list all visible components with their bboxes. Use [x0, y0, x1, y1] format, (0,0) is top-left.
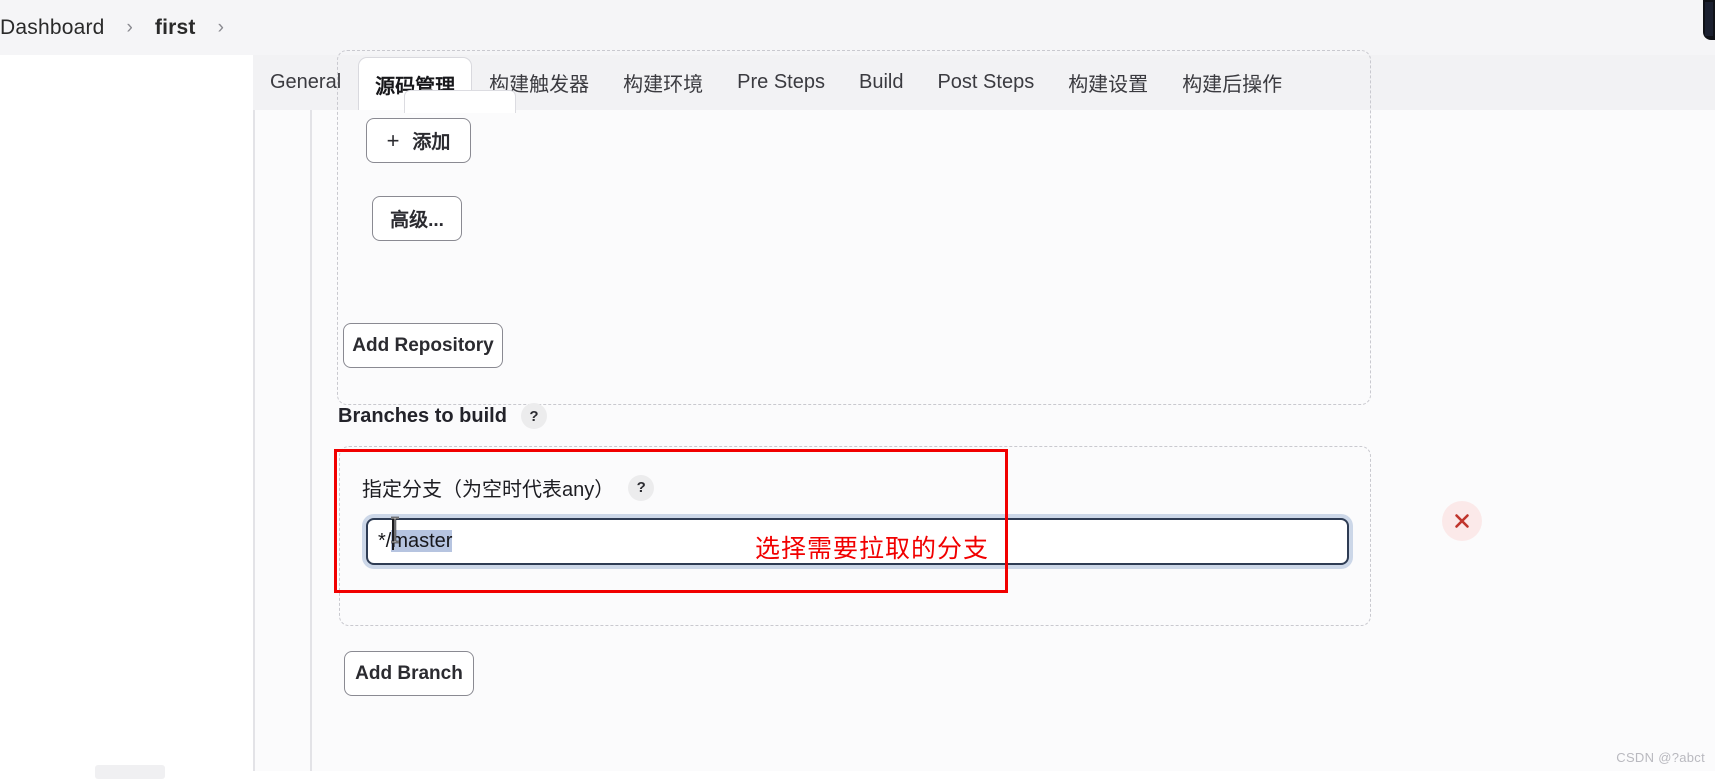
- advanced-button-label: 高级...: [390, 210, 444, 231]
- panel-divider-outer: [253, 110, 255, 771]
- configuration-form: + 添加 高级... Add Repository Branches to bu…: [0, 50, 1715, 779]
- tab-bar-left-spacer: [0, 55, 253, 110]
- repository-card-stub: [404, 90, 516, 113]
- add-repository-source-button[interactable]: + 添加: [366, 118, 471, 163]
- annotation-note-text: 选择需要拉取的分支: [755, 534, 990, 563]
- add-repository-button-label: Add Repository: [352, 334, 494, 356]
- add-branch-button-label: Add Branch: [355, 662, 463, 684]
- decorative-smudge: [95, 765, 165, 779]
- branches-to-build-label: Branches to build ?: [338, 403, 547, 429]
- breadcrumb: Dashboard › first ›: [0, 0, 1715, 55]
- window-edge-inner: [1705, 2, 1713, 36]
- advanced-button[interactable]: 高级...: [372, 196, 462, 241]
- breadcrumb-separator-icon: ›: [126, 16, 133, 38]
- left-panel: [0, 110, 253, 771]
- plus-icon: +: [386, 127, 400, 153]
- add-button-label: 添加: [412, 132, 451, 153]
- branch-value-prefix: */: [378, 530, 392, 552]
- window-edge-decoration: [1703, 0, 1715, 40]
- breadcrumb-separator-icon-2: ›: [217, 16, 224, 38]
- breadcrumb-item-dashboard[interactable]: Dashboard: [0, 16, 105, 40]
- remove-branch-button[interactable]: [1442, 501, 1482, 541]
- branch-specifier-text: 指定分支（为空时代表any）: [362, 479, 615, 501]
- panel-divider-inner: [310, 110, 312, 771]
- branch-specifier-input-value: */master: [368, 530, 453, 553]
- help-icon-branches[interactable]: ?: [520, 403, 547, 429]
- close-x-icon: [1455, 514, 1469, 528]
- branch-value-selected: master: [391, 530, 453, 552]
- watermark: CSDN @?abct: [1616, 750, 1705, 765]
- branches-to-build-text: Branches to build: [338, 404, 507, 427]
- add-repository-button[interactable]: Add Repository: [343, 323, 503, 368]
- add-branch-button[interactable]: Add Branch: [344, 651, 474, 696]
- text-caret: [392, 518, 394, 550]
- branch-specifier-label: 指定分支（为空时代表any） ?: [362, 473, 655, 502]
- breadcrumb-item-first[interactable]: first: [155, 16, 196, 40]
- help-icon-branch-specifier[interactable]: ?: [628, 474, 655, 501]
